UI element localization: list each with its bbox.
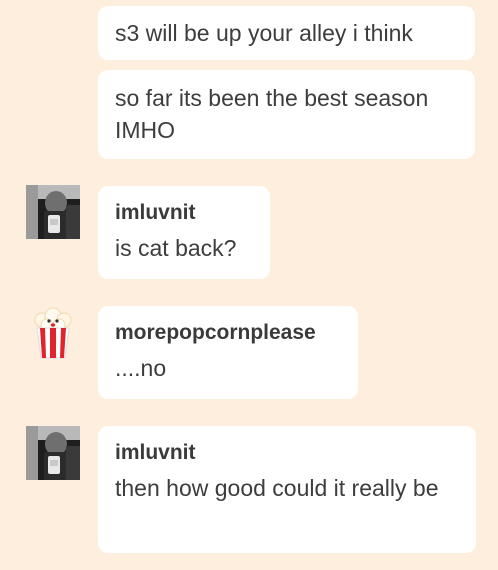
popcorn-avatar-icon	[34, 307, 72, 359]
message-username[interactable]: imluvnit	[115, 440, 459, 466]
message-text: so far its been the best season IMHO	[115, 85, 429, 143]
message-bubble[interactable]: imluvnit is cat back?	[98, 186, 270, 279]
user-photo-avatar-icon	[26, 185, 80, 239]
user-avatar-morepopcornplease[interactable]	[26, 306, 80, 360]
message-text: ....no	[115, 355, 167, 381]
message-text: is cat back?	[115, 235, 237, 261]
message-text: s3 will be up your alley i think	[115, 20, 413, 46]
message-bubble[interactable]: so far its been the best season IMHO	[98, 70, 475, 159]
message-username[interactable]: morepopcornplease	[115, 320, 341, 346]
message-bubble[interactable]: imluvnit then how good could it really b…	[98, 426, 476, 553]
message-bubble[interactable]: s3 will be up your alley i think	[98, 6, 475, 60]
user-avatar-imluvnit[interactable]	[26, 185, 80, 239]
user-photo-avatar-icon	[26, 426, 80, 480]
message-bubble[interactable]: morepopcornplease ....no	[98, 306, 358, 399]
message-text: then how good could it really be	[115, 475, 439, 501]
user-avatar-imluvnit[interactable]	[26, 426, 80, 480]
message-username[interactable]: imluvnit	[115, 200, 253, 226]
